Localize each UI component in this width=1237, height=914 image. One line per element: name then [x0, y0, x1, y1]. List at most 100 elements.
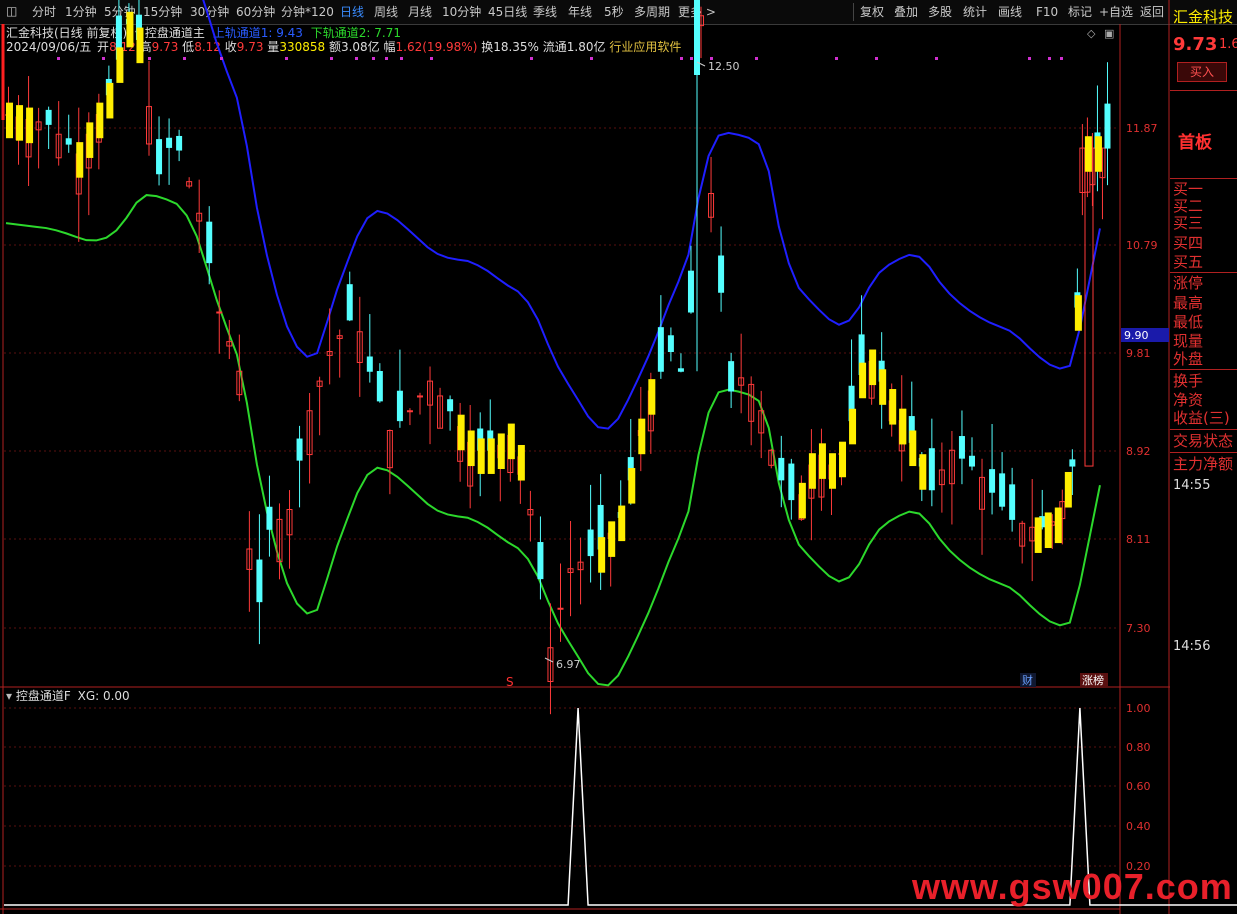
candle[interactable]: [176, 129, 183, 162]
stat-earnings: 收益(三): [1173, 409, 1230, 427]
bid-1: 买一: [1173, 180, 1204, 198]
candle[interactable]: [406, 408, 413, 426]
candle[interactable]: [968, 437, 975, 471]
candle[interactable]: [35, 107, 42, 169]
trend-block: [16, 105, 24, 141]
price-axis-label: 7.30: [1126, 622, 1151, 635]
buy-button[interactable]: 买入: [1177, 62, 1227, 82]
candle[interactable]: [928, 418, 935, 507]
candle[interactable]: [437, 387, 444, 429]
trend-block: [808, 453, 816, 489]
candle[interactable]: [296, 425, 303, 508]
candle[interactable]: [346, 271, 353, 322]
signal-dot: [935, 57, 938, 60]
candle[interactable]: [55, 101, 62, 166]
candle[interactable]: [587, 484, 594, 583]
signal-dot: [530, 57, 533, 60]
candle[interactable]: [1079, 124, 1086, 216]
candle-spike[interactable]: [694, 0, 700, 372]
candle[interactable]: [738, 333, 745, 414]
candle[interactable]: [567, 521, 574, 617]
trend-block: [86, 122, 94, 158]
candle[interactable]: [677, 353, 684, 373]
xg-value: XG: 0.00: [77, 689, 130, 703]
candle[interactable]: [948, 430, 955, 525]
current-price: 9.73: [1173, 34, 1218, 55]
candle[interactable]: [687, 245, 694, 314]
stat-current-vol: 现量: [1173, 332, 1204, 350]
candle[interactable]: [356, 296, 363, 397]
candle[interactable]: [527, 490, 534, 542]
candle[interactable]: [256, 514, 263, 645]
stat-low: 最低: [1173, 313, 1204, 331]
candle[interactable]: [186, 177, 193, 189]
stat-outer: 外盘: [1173, 350, 1204, 368]
kline-chart[interactable]: 12.50 6.97 S 11.8710.799.818.928.117.30 …: [0, 0, 1237, 914]
candle[interactable]: [748, 376, 755, 446]
trend-block: [507, 423, 515, 460]
candle[interactable]: [728, 352, 735, 408]
tick-time-2: 14:56: [1173, 639, 1211, 654]
lower-band-line: [5, 194, 1101, 687]
candle[interactable]: [547, 603, 554, 715]
trend-block: [497, 433, 505, 470]
candle[interactable]: [1029, 479, 1036, 582]
candle[interactable]: [657, 295, 664, 379]
candle[interactable]: [306, 392, 313, 484]
signal-dot: [57, 57, 60, 60]
candle[interactable]: [65, 114, 72, 153]
candle[interactable]: [1009, 467, 1016, 532]
candle[interactable]: [718, 226, 725, 312]
candle[interactable]: [366, 314, 373, 383]
candle[interactable]: [376, 363, 383, 403]
candle[interactable]: [316, 376, 323, 436]
trend-block: [6, 102, 13, 139]
candle[interactable]: [246, 511, 253, 612]
candle[interactable]: [989, 424, 996, 515]
signal-dot: [755, 57, 758, 60]
candle[interactable]: [196, 179, 203, 253]
trend-block: [889, 389, 897, 425]
trend-block: [136, 27, 144, 64]
candle-latest[interactable]: [1084, 147, 1094, 467]
trend-block: [909, 430, 917, 467]
candle[interactable]: [236, 334, 243, 402]
candle[interactable]: [447, 395, 454, 431]
signal-dot: [330, 57, 333, 60]
candle[interactable]: [336, 329, 343, 378]
price-axis-label: 9.81: [1126, 347, 1151, 360]
candle[interactable]: [427, 366, 434, 445]
sub-indicator-name[interactable]: 控盘通道F: [16, 689, 71, 703]
trend-block: [1064, 471, 1072, 508]
candle[interactable]: [667, 327, 674, 362]
candle[interactable]: [286, 490, 293, 569]
trend-block: [1094, 136, 1102, 172]
sub-axis-label: 0.80: [1126, 741, 1151, 754]
candle[interactable]: [1104, 62, 1111, 186]
stat-high: 最高: [1173, 294, 1204, 312]
candle[interactable]: [999, 452, 1006, 511]
signal-dot: [430, 57, 433, 60]
candle[interactable]: [1019, 520, 1026, 564]
price-axis-label: 10.79: [1126, 239, 1158, 252]
candle[interactable]: [938, 442, 945, 513]
candle[interactable]: [146, 60, 153, 156]
candle[interactable]: [156, 116, 163, 186]
candle[interactable]: [396, 349, 403, 428]
stat-turnover: 换手: [1173, 372, 1204, 390]
candle[interactable]: [788, 458, 795, 520]
candle[interactable]: [416, 392, 423, 415]
candle[interactable]: [958, 410, 965, 485]
low-annotation: 6.97: [556, 658, 581, 671]
candle[interactable]: [386, 429, 393, 495]
candle[interactable]: [266, 475, 273, 557]
trend-block: [457, 414, 465, 451]
candle[interactable]: [979, 458, 986, 555]
signal-dot: [385, 57, 388, 60]
candle[interactable]: [708, 156, 715, 233]
high-annotation: 12.50: [708, 60, 740, 73]
trend-block: [477, 438, 485, 474]
candle[interactable]: [577, 537, 584, 605]
sub-indicator-toggle-icon[interactable]: ▾: [6, 689, 12, 703]
signal-dot: [220, 57, 223, 60]
